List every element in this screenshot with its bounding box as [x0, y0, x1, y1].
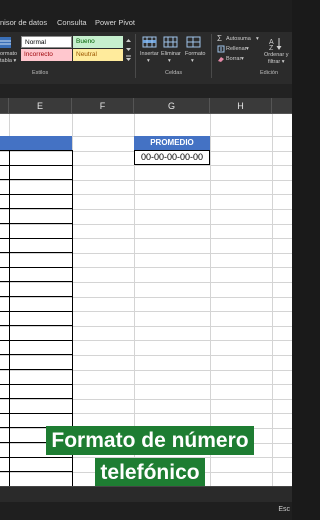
grid-line [0, 180, 292, 181]
fill-button[interactable]: Rellenar [226, 46, 246, 52]
table-border [0, 296, 73, 297]
delete-button[interactable]: Eliminar [161, 51, 181, 57]
autosum-dropdown-icon[interactable]: ▾ [256, 36, 259, 42]
grid-line [0, 224, 292, 225]
column-headers: E F G H [0, 98, 292, 114]
eraser-icon[interactable] [217, 55, 225, 63]
table-border [0, 281, 73, 282]
tab-consulta[interactable]: Consulta [57, 18, 87, 27]
caption-line-2: telefónico [95, 458, 205, 487]
style-bueno[interactable]: Bueno [73, 36, 123, 48]
table-border [9, 150, 10, 486]
table-border [0, 179, 73, 180]
delete-dropdown-icon[interactable]: ▾ [168, 58, 171, 64]
table-border [0, 340, 73, 341]
grid-line [0, 326, 292, 327]
sort-filter-icon[interactable]: A Z [268, 35, 288, 51]
promedio-value-cell[interactable]: 00-00-00-00-00 [134, 150, 210, 165]
ribbon-separator [211, 34, 212, 78]
column-header-partial[interactable] [0, 98, 9, 114]
grid-line [0, 297, 292, 298]
autosum-button[interactable]: Autosuma [226, 36, 251, 42]
column-header-f[interactable]: F [72, 98, 134, 114]
tab-data-review[interactable]: nisor de datos [0, 18, 47, 27]
format-as-table-label[interactable]: ormato [0, 51, 17, 57]
table-border [0, 223, 73, 224]
grid-line [0, 399, 292, 400]
grid-line [0, 209, 292, 210]
svg-text:Z: Z [269, 45, 274, 51]
fill-dropdown-icon[interactable]: ▾ [246, 46, 249, 52]
delete-cells-icon[interactable] [163, 35, 179, 49]
format-as-table-label-2: tabla ▾ [0, 58, 17, 64]
grid-line [0, 253, 292, 254]
table-border [0, 311, 73, 312]
table-border [0, 413, 73, 414]
table-border [0, 384, 73, 385]
format-as-table-icon[interactable] [0, 36, 12, 50]
sort-filter-label-2: filtrar ▾ [268, 59, 285, 65]
clear-dropdown-icon[interactable]: ▾ [241, 56, 244, 62]
table-header-cell[interactable] [0, 136, 72, 150]
table-border [0, 165, 73, 166]
ribbon: ormato tabla ▾ Normal Bueno Incorrecto N… [0, 32, 292, 84]
format-dropdown-icon[interactable]: ▾ [191, 58, 194, 64]
table-border [0, 369, 73, 370]
insert-button[interactable]: Insertar [140, 51, 159, 57]
table-border [0, 267, 73, 268]
style-neutral[interactable]: Neutral [73, 49, 123, 61]
editing-group-label: Edición [260, 70, 279, 76]
status-text: Esc [278, 506, 290, 513]
table-border [0, 398, 73, 399]
tab-power-pivot[interactable]: Power Pivot [95, 18, 135, 27]
column-header-e[interactable]: E [9, 98, 72, 114]
promedio-header-cell[interactable]: PROMEDIO [134, 136, 210, 150]
cells-group-label: Celdas [165, 70, 183, 76]
sheet-tabs-bar[interactable] [0, 486, 292, 502]
table-border [0, 325, 73, 326]
styles-group-label: Estilos [32, 70, 49, 76]
ribbon-separator [135, 34, 136, 78]
caption-line-1: Formato de número [46, 426, 254, 455]
clear-button[interactable]: Borrar [226, 56, 241, 62]
styles-gallery-scroll-icon[interactable] [124, 36, 133, 62]
sort-filter-button[interactable]: Ordenar y [264, 52, 288, 58]
insert-cells-icon[interactable] [142, 35, 158, 49]
grid-line [0, 282, 292, 283]
grid-line [0, 370, 292, 371]
formula-bar[interactable] [0, 84, 292, 98]
column-header-g[interactable]: G [134, 98, 210, 114]
table-border [0, 252, 73, 253]
table-border [0, 354, 73, 355]
column-header-partial-right[interactable] [272, 98, 292, 114]
column-header-h[interactable]: H [210, 98, 272, 114]
table-border [0, 208, 73, 209]
table-border [0, 194, 73, 195]
autosum-icon[interactable]: Σ [217, 34, 222, 43]
style-incorrecto[interactable]: Incorrecto [21, 49, 72, 61]
format-cells-icon[interactable] [186, 35, 202, 49]
ribbon-tabs-bar: nisor de datos Consulta Power Pivot [0, 0, 292, 32]
grid-line [0, 355, 292, 356]
status-bar: Esc [0, 502, 292, 520]
table-border [0, 238, 73, 239]
style-normal[interactable]: Normal [21, 36, 72, 48]
insert-dropdown-icon[interactable]: ▾ [147, 58, 150, 64]
format-button[interactable]: Formato [185, 51, 205, 57]
table-border [0, 150, 73, 151]
fill-down-icon[interactable] [217, 45, 225, 53]
